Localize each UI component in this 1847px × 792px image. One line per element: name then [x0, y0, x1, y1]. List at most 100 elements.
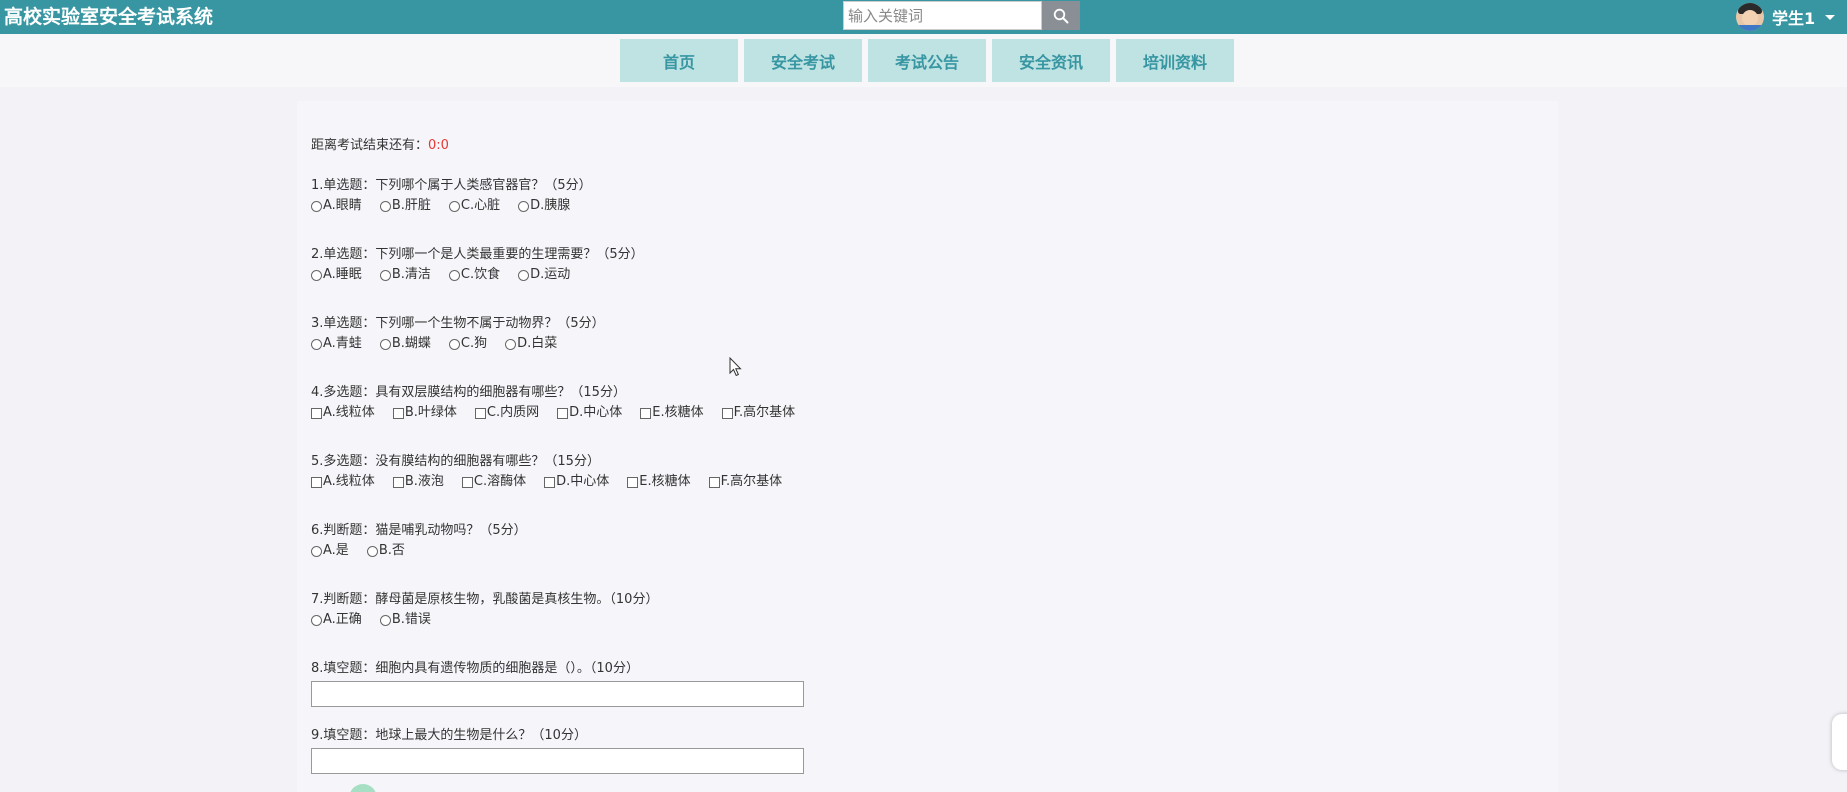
- search-input[interactable]: [843, 1, 1042, 30]
- radio-button[interactable]: [311, 338, 322, 350]
- question-title: 8.填空题：细胞内具有遗传物质的细胞器是（）。（10分）: [311, 661, 639, 676]
- user-name: 学生1: [1772, 9, 1816, 28]
- radio-option[interactable]: B.否: [366, 543, 405, 559]
- option-group: A.正确 B.错误: [311, 612, 449, 628]
- radio-button[interactable]: [448, 338, 460, 350]
- search-button[interactable]: [1042, 1, 1080, 30]
- option-label: A.眼睛: [323, 198, 362, 213]
- checkbox[interactable]: [461, 476, 473, 488]
- radio-option[interactable]: C.狗: [448, 336, 488, 352]
- radio-option[interactable]: D.白菜: [505, 336, 557, 352]
- option-label: B.叶绿体: [404, 405, 457, 420]
- checkbox[interactable]: [311, 407, 322, 419]
- option-label: A.是: [323, 543, 349, 558]
- option-label: B.错误: [391, 612, 431, 627]
- radio-button[interactable]: [366, 545, 378, 557]
- option-label: C.狗: [460, 336, 488, 351]
- option-label: D.白菜: [517, 336, 558, 351]
- mouse-cursor-icon: [729, 357, 742, 377]
- checkbox[interactable]: [392, 476, 404, 488]
- radio-option[interactable]: B.蝴蝶: [379, 336, 431, 352]
- option-group: A.青蛙 B.蝴蝶 C.狗 D.白菜: [311, 336, 575, 352]
- radio-option[interactable]: A.眼睛: [311, 198, 362, 214]
- radio-option[interactable]: D.运动: [518, 267, 570, 283]
- radio-option[interactable]: A.是: [311, 543, 349, 559]
- option-label: F.高尔基体: [720, 474, 783, 489]
- option-group: A.线粒体 B.液泡 C.溶酶体 D.中心体 E.核糖体 F.高尔基体: [311, 474, 800, 490]
- radio-button[interactable]: [448, 200, 460, 212]
- checkbox[interactable]: [721, 407, 733, 419]
- answer-input[interactable]: [311, 681, 804, 707]
- checkbox-option[interactable]: D.中心体: [557, 405, 622, 421]
- option-label: A.青蛙: [323, 336, 362, 351]
- radio-button[interactable]: [379, 338, 391, 350]
- avatar: [1736, 3, 1764, 31]
- chevron-down-icon: [1825, 14, 1836, 20]
- checkbox-option[interactable]: D.中心体: [544, 474, 609, 490]
- option-group: A.眼睛 B.肝脏 C.心脏 D.胰腺: [311, 198, 588, 214]
- radio-button[interactable]: [518, 269, 530, 281]
- countdown-label: 距离考试结束还有：: [311, 138, 429, 153]
- side-float-widget[interactable]: [1832, 714, 1847, 770]
- radio-button[interactable]: [379, 200, 391, 212]
- checkbox[interactable]: [392, 407, 404, 419]
- option-label: C.内质网: [486, 405, 540, 420]
- question-title: 2.单选题：下列哪一个是人类最重要的生理需要？（5分）: [311, 247, 644, 262]
- checkbox[interactable]: [640, 407, 652, 419]
- nav-item-safety-news[interactable]: 安全资讯: [992, 39, 1110, 82]
- question-title: 7.判断题：酵母菌是原核生物，乳酸菌是真核生物。（10分）: [311, 592, 659, 607]
- checkbox-option[interactable]: B.液泡: [392, 474, 444, 490]
- radio-button[interactable]: [448, 269, 460, 281]
- radio-option[interactable]: B.肝脏: [379, 198, 431, 214]
- radio-button[interactable]: [311, 200, 322, 212]
- countdown-value: 0:0: [428, 138, 449, 153]
- option-label: F.高尔基体: [733, 405, 796, 420]
- checkbox-option[interactable]: E.核糖体: [640, 405, 704, 421]
- question-title: 5.多选题：没有膜结构的细胞器有哪些？（15分）: [311, 454, 600, 469]
- checkbox-option[interactable]: E.核糖体: [627, 474, 691, 490]
- checkbox-option[interactable]: F.高尔基体: [708, 474, 783, 490]
- radio-button[interactable]: [379, 269, 391, 281]
- nav-item-home[interactable]: 首页: [620, 39, 738, 82]
- option-label: A.睡眠: [323, 267, 362, 282]
- radio-option[interactable]: A.正确: [311, 612, 362, 628]
- radio-option[interactable]: A.青蛙: [311, 336, 362, 352]
- nav-item-safety-exam[interactable]: 安全考试: [744, 39, 862, 82]
- question-title: 6.判断题：猫是哺乳动物吗？（5分）: [311, 523, 527, 538]
- radio-button[interactable]: [379, 614, 391, 626]
- radio-option[interactable]: C.心脏: [448, 198, 500, 214]
- radio-button[interactable]: [518, 200, 530, 212]
- checkbox-option[interactable]: A.线粒体: [311, 474, 375, 490]
- nav-item-training[interactable]: 培训资料: [1116, 39, 1234, 82]
- radio-option[interactable]: B.错误: [379, 612, 431, 628]
- radio-option[interactable]: C.饮食: [448, 267, 500, 283]
- answer-input[interactable]: [311, 748, 804, 774]
- top-bar: 高校实验室安全考试系统 学生1: [0, 0, 1847, 34]
- checkbox-option[interactable]: B.叶绿体: [392, 405, 457, 421]
- question-title: 4.多选题：具有双层膜结构的细胞器有哪些？（15分）: [311, 385, 626, 400]
- checkbox[interactable]: [474, 407, 486, 419]
- checkbox[interactable]: [627, 476, 639, 488]
- radio-button[interactable]: [311, 269, 322, 281]
- option-label: A.正确: [323, 612, 362, 627]
- nav-item-exam-notice[interactable]: 考试公告: [868, 39, 986, 82]
- checkbox[interactable]: [708, 476, 720, 488]
- countdown: 距离考试结束还有：0:0: [311, 138, 449, 154]
- user-menu[interactable]: 学生1: [1736, 2, 1836, 32]
- checkbox-option[interactable]: F.高尔基体: [721, 405, 796, 421]
- checkbox[interactable]: [311, 476, 322, 488]
- checkbox[interactable]: [544, 476, 556, 488]
- radio-button[interactable]: [505, 338, 517, 350]
- option-label: A.线粒体: [323, 405, 375, 420]
- radio-button[interactable]: [311, 614, 322, 626]
- radio-button[interactable]: [311, 545, 322, 557]
- checkbox-option[interactable]: A.线粒体: [311, 405, 375, 421]
- option-label: D.中心体: [569, 405, 623, 420]
- radio-option[interactable]: A.睡眠: [311, 267, 362, 283]
- radio-option[interactable]: B.清洁: [379, 267, 431, 283]
- option-label: D.中心体: [556, 474, 610, 489]
- checkbox-option[interactable]: C.内质网: [474, 405, 540, 421]
- checkbox[interactable]: [557, 407, 569, 419]
- radio-option[interactable]: D.胰腺: [518, 198, 570, 214]
- checkbox-option[interactable]: C.溶酶体: [461, 474, 526, 490]
